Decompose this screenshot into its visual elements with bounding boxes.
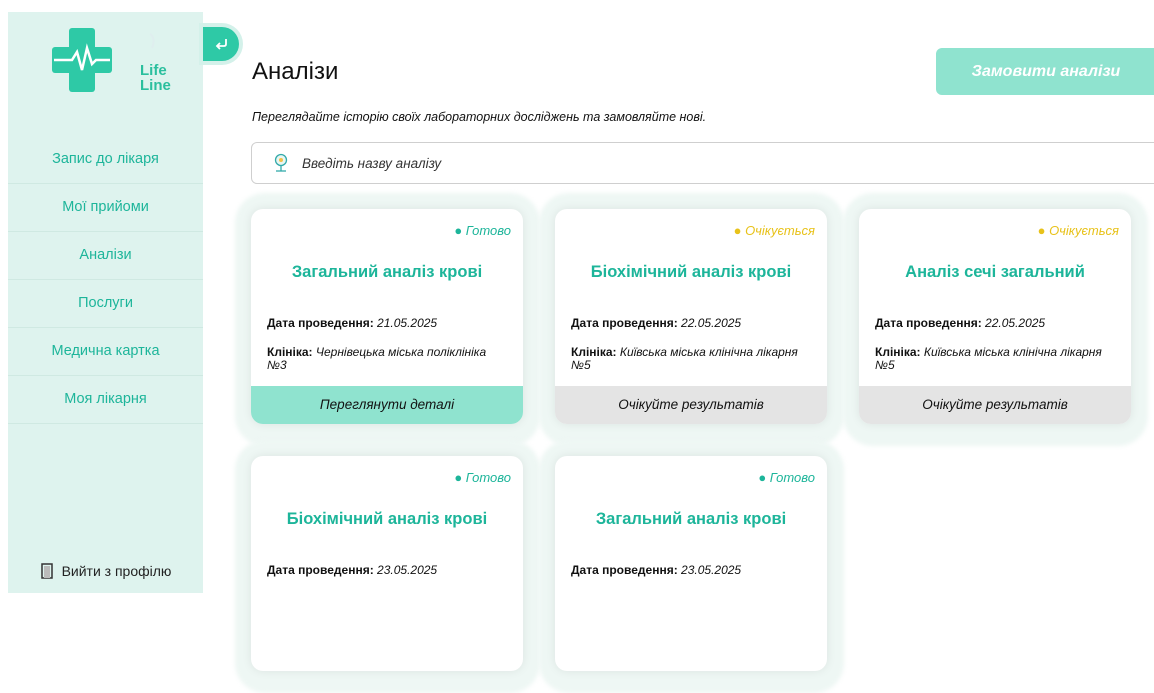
life-line-logo[interactable]: Life Line: [52, 28, 171, 93]
analysis-card: ● Очікується Аналіз сечі загальний Дата …: [859, 209, 1131, 424]
search-location-icon: [274, 153, 288, 172]
sidebar: Life Line Запис до лікаря Мої прийоми Ан…: [8, 12, 203, 593]
card-clinic: Клініка: Чернівецька міська поліклініка …: [267, 345, 487, 372]
card-clinic: Клініка: Київська міська клінічна лікарн…: [571, 345, 798, 372]
logout-button[interactable]: Вийти з профілю: [8, 549, 203, 593]
sidebar-nav: Запис до лікаря Мої прийоми Аналізи Посл…: [8, 136, 203, 424]
status-badge: ● Очікується: [1037, 223, 1119, 238]
page-title: Аналізи: [252, 58, 339, 85]
status-badge: ● Очікується: [733, 223, 815, 238]
card-title: Загальний аналіз крові: [291, 263, 483, 281]
logo-text: Life Line: [140, 62, 171, 94]
await-results-button[interactable]: Очікуйте результатів: [555, 386, 827, 424]
card-clinic: Клініка: Київська міська клінічна лікарн…: [875, 345, 1102, 372]
card-title: Біохімічний аналіз крові: [286, 510, 488, 528]
view-details-button[interactable]: Переглянути деталі: [251, 386, 523, 424]
card-title: Біохімічний аналіз крові: [590, 263, 792, 281]
sidebar-item-analyses[interactable]: Аналізи: [8, 232, 203, 280]
order-analyses-button[interactable]: Замовити аналізи: [936, 48, 1154, 95]
analysis-card: ● Готово Загальний аналіз крові Дата про…: [251, 209, 523, 424]
sidebar-item-appointment[interactable]: Запис до лікаря: [8, 136, 203, 184]
card-date: Дата проведення: 22.05.2025: [571, 316, 742, 330]
door-icon: [40, 563, 53, 579]
sidebar-item-services[interactable]: Послуги: [8, 280, 203, 328]
logout-label: Вийти з профілю: [61, 563, 172, 579]
analysis-card: ● Очікується Біохімічний аналіз крові Да…: [555, 209, 827, 424]
card-title: Аналіз сечі загальний: [905, 263, 1085, 281]
sidebar-item-medical-card[interactable]: Медична картка: [8, 328, 203, 376]
card-title: Загальний аналіз крові: [595, 510, 787, 528]
card-date: Дата проведення: 23.05.2025: [267, 563, 438, 577]
search-bar: [251, 142, 1154, 184]
card-date: Дата проведення: 22.05.2025: [875, 316, 1046, 330]
status-badge: ● Готово: [454, 223, 511, 238]
status-badge: ● Готово: [758, 470, 815, 485]
analysis-card: ● Готово Загальний аналіз крові Дата про…: [555, 456, 827, 671]
await-results-button[interactable]: Очікуйте результатів: [859, 386, 1131, 424]
return-arrow-icon: [215, 39, 227, 50]
analysis-card: ● Готово Біохімічний аналіз крові Дата п…: [251, 456, 523, 671]
card-date: Дата проведення: 23.05.2025: [571, 563, 742, 577]
card-date: Дата проведення: 21.05.2025: [267, 316, 438, 330]
status-badge: ● Готово: [454, 470, 511, 485]
sidebar-item-my-hospital[interactable]: Моя лікарня: [8, 376, 203, 424]
search-input[interactable]: [300, 154, 904, 172]
sidebar-item-my-visits[interactable]: Мої прийоми: [8, 184, 203, 232]
page-subtitle: Переглядайте історію своїх лабораторних …: [252, 110, 707, 124]
collapse-sidebar-button[interactable]: [203, 27, 239, 61]
